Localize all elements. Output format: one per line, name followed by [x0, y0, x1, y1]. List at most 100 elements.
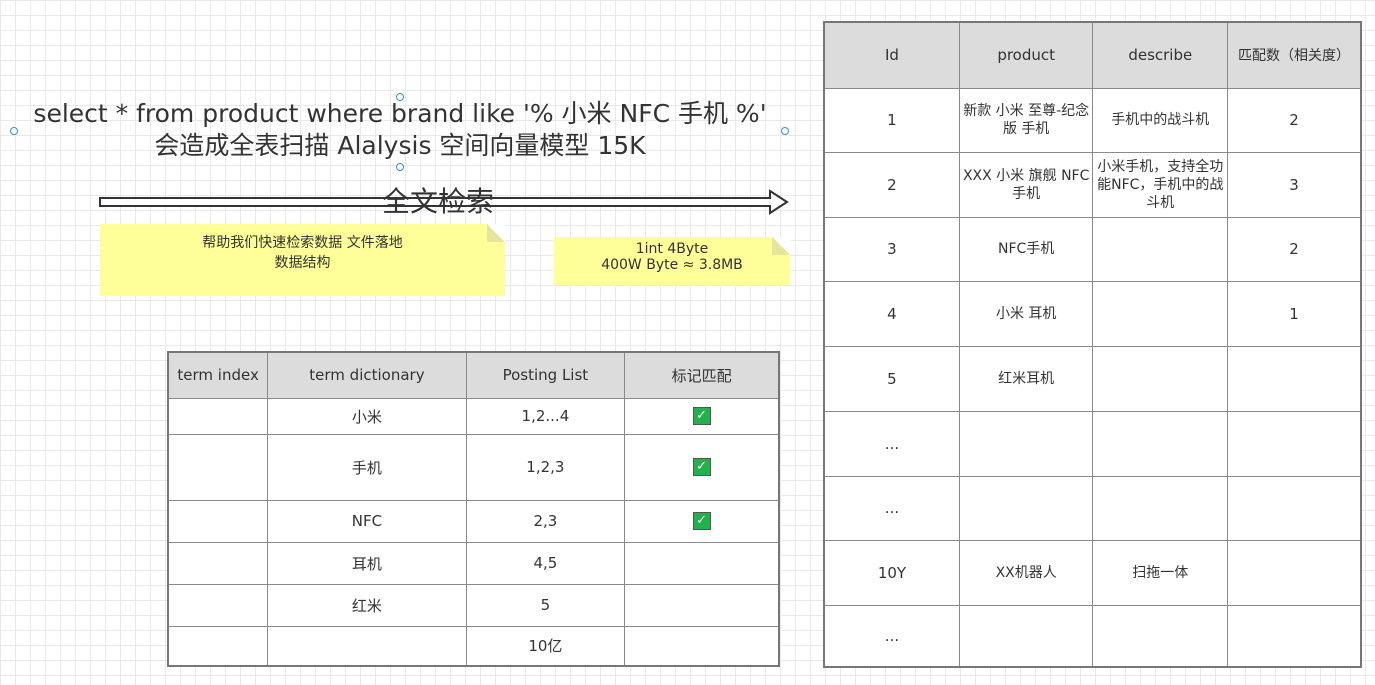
id-cell: 2 [823, 151, 960, 218]
term-index-cell [167, 541, 269, 585]
table-row: 2 XXX 小米 旗舰 NFC 手机 小米手机，支持全功能NFC，手机中的战斗机… [823, 151, 1362, 218]
score-cell: 2 [1227, 87, 1362, 153]
describe-cell: 扫拖一体 [1092, 539, 1229, 606]
match-cell[interactable] [624, 583, 780, 627]
note-left-line-2: 数据结构 [274, 255, 331, 271]
id-cell: 10Y [823, 539, 960, 606]
describe-cell [1092, 475, 1229, 541]
product-cell [958, 604, 1094, 668]
document-table: Id product describe 匹配数（相关度） 1 新款 小米 至尊-… [823, 21, 1362, 668]
header-term-index: term index [167, 351, 269, 399]
header-describe: describe [1092, 21, 1229, 89]
postings-cell: 5 [465, 583, 626, 627]
match-cell[interactable]: ✓ [624, 397, 780, 435]
header-id: Id [823, 21, 960, 89]
sql-line-2: 会造成全表扫描 Alalysis 空间向量模型 15K [154, 131, 646, 160]
id-cell: 3 [823, 216, 960, 282]
score-cell [1227, 604, 1362, 668]
sql-line-1: select * from product where brand like '… [33, 99, 767, 128]
product-cell [958, 410, 1094, 477]
term-index-cell [167, 499, 269, 543]
table-row: 3 NFC手机 2 [823, 216, 1362, 282]
table-row: 1 新款 小米 至尊-纪念版 手机 手机中的战斗机 2 [823, 87, 1362, 153]
score-cell: 1 [1227, 280, 1362, 347]
postings-cell: 4,5 [465, 541, 626, 585]
id-cell: ... [823, 604, 960, 668]
describe-cell [1092, 410, 1229, 477]
sql-query-text[interactable]: select * from product where brand like '… [14, 98, 786, 162]
table-row: 手机 1,2,3 ✓ [167, 433, 780, 501]
id-cell: 4 [823, 280, 960, 347]
id-cell: 5 [823, 345, 960, 412]
id-cell: ... [823, 410, 960, 477]
selection-handle-bottom[interactable] [396, 163, 404, 171]
describe-cell [1092, 216, 1229, 282]
term-index-cell [167, 433, 269, 501]
id-cell: 1 [823, 87, 960, 153]
header-match-mark: 标记匹配 [624, 351, 780, 399]
table-row: NFC 2,3 ✓ [167, 499, 780, 543]
postings-cell: 10亿 [465, 625, 626, 667]
term-index-cell [167, 625, 269, 667]
table-row: ... [823, 410, 1362, 477]
term-cell: 耳机 [267, 541, 467, 585]
score-cell [1227, 475, 1362, 541]
table-row: 小米 1,2...4 ✓ [167, 397, 780, 435]
score-cell: 2 [1227, 216, 1362, 282]
sticky-note-right[interactable]: 1int 4Byte 400W Byte ≈ 3.8MB [554, 237, 790, 285]
table-row: 10亿 [167, 625, 780, 667]
table-row: 红米 5 [167, 583, 780, 627]
term-index-cell [167, 397, 269, 435]
score-cell [1227, 539, 1362, 606]
postings-cell: 1,2,3 [465, 433, 626, 501]
product-cell: 新款 小米 至尊-纪念版 手机 [958, 87, 1094, 153]
match-cell[interactable]: ✓ [624, 433, 780, 501]
term-cell: 红米 [267, 583, 467, 627]
table-row: ... [823, 475, 1362, 541]
describe-cell [1092, 280, 1229, 347]
postings-cell: 1,2...4 [465, 397, 626, 435]
note-fold-icon [772, 237, 790, 255]
selection-handle-right[interactable] [781, 127, 789, 135]
checkbox-checked-icon[interactable]: ✓ [692, 458, 711, 477]
term-cell: 小米 [267, 397, 467, 435]
match-cell[interactable]: ✓ [624, 499, 780, 543]
inverted-index-table: term index term dictionary Posting List … [167, 351, 780, 667]
product-cell: XX机器人 [958, 539, 1094, 606]
describe-cell: 小米手机，支持全功能NFC，手机中的战斗机 [1092, 151, 1229, 218]
score-cell [1227, 345, 1362, 412]
note-fold-icon [487, 224, 505, 242]
header-match-count: 匹配数（相关度） [1227, 21, 1362, 89]
table-row: ... [823, 604, 1362, 668]
product-cell: NFC手机 [958, 216, 1094, 282]
describe-cell [1092, 345, 1229, 412]
score-cell: 3 [1227, 151, 1362, 218]
product-cell [958, 475, 1094, 541]
describe-cell: 手机中的战斗机 [1092, 87, 1229, 153]
sticky-note-left[interactable]: 帮助我们快速检索数据 文件落地 数据结构 [100, 224, 505, 296]
table-row: 耳机 4,5 [167, 541, 780, 585]
table-row: 5 红米耳机 [823, 345, 1362, 412]
header-posting-list: Posting List [465, 351, 626, 399]
term-cell: 手机 [267, 433, 467, 501]
match-cell[interactable] [624, 541, 780, 585]
note-right-line-2: 400W Byte ≈ 3.8MB [601, 257, 743, 273]
table-row: 4 小米 耳机 1 [823, 280, 1362, 347]
postings-cell: 2,3 [465, 499, 626, 543]
term-index-cell [167, 583, 269, 627]
match-cell[interactable] [624, 625, 780, 667]
selection-handle-left[interactable] [10, 127, 18, 135]
note-right-line-1: 1int 4Byte [635, 241, 709, 257]
score-cell [1227, 410, 1362, 477]
product-cell: 红米耳机 [958, 345, 1094, 412]
describe-cell [1092, 604, 1229, 668]
checkbox-checked-icon[interactable]: ✓ [692, 512, 711, 531]
id-cell: ... [823, 475, 960, 541]
table-row: 10Y XX机器人 扫拖一体 [823, 539, 1362, 606]
term-cell: NFC [267, 499, 467, 543]
checkbox-checked-icon[interactable]: ✓ [692, 407, 711, 426]
selection-handle-top[interactable] [396, 93, 404, 101]
arrow-label: 全文检索 [382, 185, 495, 218]
header-product: product [958, 21, 1094, 89]
product-cell: XXX 小米 旗舰 NFC 手机 [958, 151, 1094, 218]
